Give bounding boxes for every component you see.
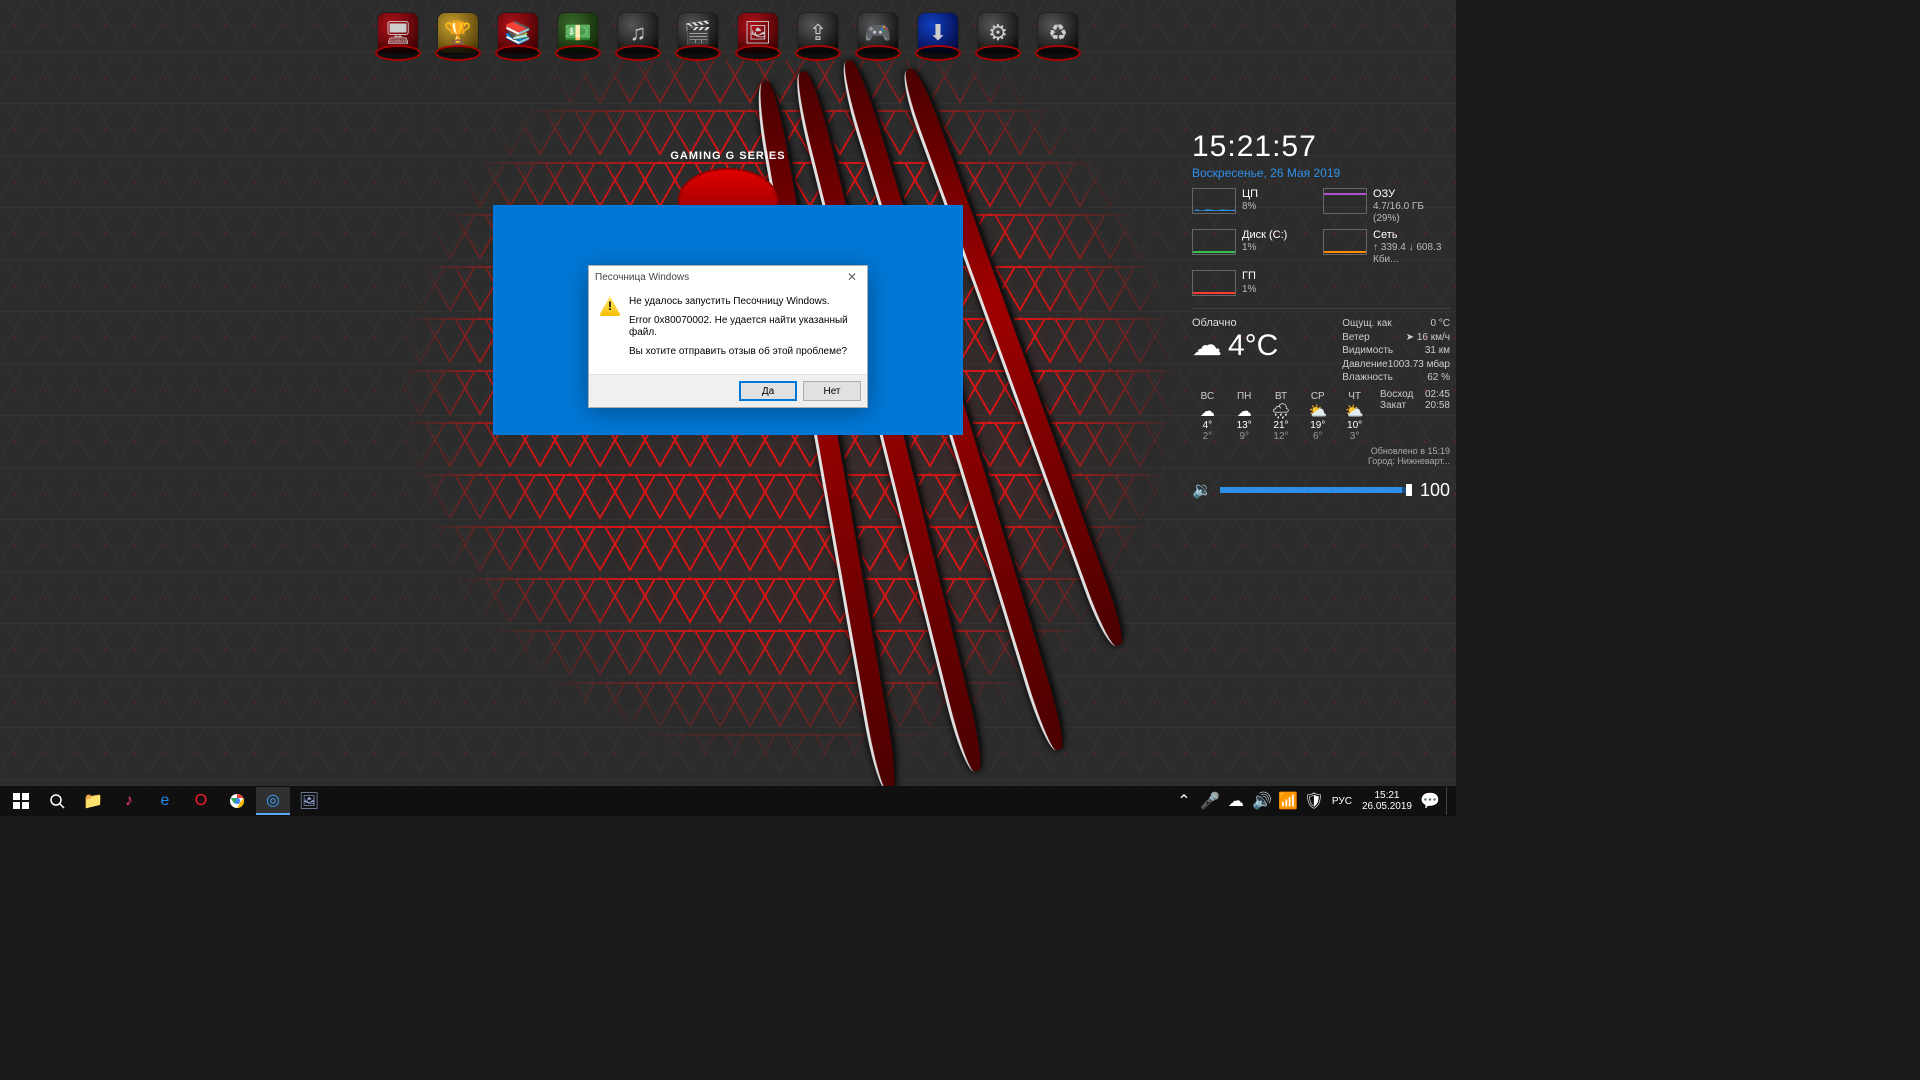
metric-ram: ОЗУ4.7/16.0 ГБ (29%) bbox=[1323, 188, 1450, 225]
volume-value: 100 bbox=[1420, 480, 1450, 501]
weather-city: Город: Нижневарт... bbox=[1192, 456, 1450, 466]
system-metrics: ЦП8% ОЗУ4.7/16.0 ГБ (29%) Диск (C:)1% Се… bbox=[1192, 188, 1450, 296]
dock-money[interactable]: 💵 bbox=[549, 2, 607, 64]
weather-condition: Облачно bbox=[1192, 317, 1278, 329]
dock-trophy[interactable]: 🏆 bbox=[429, 2, 487, 64]
taskbar-edge[interactable]: e bbox=[148, 787, 182, 815]
dock-books[interactable]: 📚 bbox=[489, 2, 547, 64]
dock-share[interactable]: ⇪ bbox=[789, 2, 847, 64]
dock-download[interactable]: ⬇ bbox=[909, 2, 967, 64]
taskbar-opera[interactable]: O bbox=[184, 787, 218, 815]
start-button[interactable] bbox=[4, 787, 38, 815]
taskbar-photos[interactable]: 🖼 bbox=[292, 787, 326, 815]
taskbar-itunes[interactable]: ♪ bbox=[112, 787, 146, 815]
tray-volume-icon[interactable]: 🔊 bbox=[1250, 787, 1274, 815]
cloud-icon: ☁ bbox=[1192, 331, 1222, 361]
error-dialog: Песочница Windows ✕ Не удалось запустить… bbox=[588, 265, 868, 408]
dock-movies[interactable]: 🎬 bbox=[669, 2, 727, 64]
dock-photos[interactable]: 🖼 bbox=[729, 2, 787, 64]
tray-network-icon[interactable]: 📶 bbox=[1276, 787, 1300, 815]
show-desktop-button[interactable] bbox=[1446, 787, 1452, 815]
tray-onedrive-icon[interactable]: ☁ bbox=[1224, 787, 1248, 815]
clock-date: Воскресенье, 26 Мая 2019 bbox=[1192, 166, 1450, 180]
dock-games[interactable]: 🎮 bbox=[849, 2, 907, 64]
taskbar-chrome[interactable] bbox=[220, 787, 254, 815]
desktop-gadgets: 15:21:57 Воскресенье, 26 Мая 2019 ЦП8% О… bbox=[1192, 130, 1450, 501]
tray-clock[interactable]: 15:2126.05.2019 bbox=[1358, 790, 1416, 812]
yes-button[interactable]: Да bbox=[739, 381, 797, 401]
dialog-message: Не удалось запустить Песочницу Windows. … bbox=[629, 296, 855, 364]
metric-network: Сеть↑ 339.4 ↓ 608.3 Кби... bbox=[1323, 229, 1450, 266]
top-dock: 🖥🏆📚💵♫🎬🖼⇪🎮⬇⚙♻ bbox=[369, 0, 1087, 64]
dock-settings[interactable]: ⚙ bbox=[969, 2, 1027, 64]
taskbar: 📁 ♪ e O ◎ 🖼 ⌃ 🎤 ☁ 🔊 📶 🛡 РУС 15:2126.05.2… bbox=[0, 786, 1456, 816]
forecast-day: ЧТ⛅10°3° bbox=[1339, 391, 1370, 442]
dialog-title: Песочница Windows bbox=[595, 272, 689, 283]
dialog-titlebar[interactable]: Песочница Windows ✕ bbox=[589, 266, 867, 288]
badge-text: GAMING G SERIES bbox=[663, 150, 793, 162]
dock-music[interactable]: ♫ bbox=[609, 2, 667, 64]
forecast-day: ВТ🌧21°12° bbox=[1266, 391, 1297, 442]
close-icon[interactable]: ✕ bbox=[843, 270, 861, 284]
tray-defender-icon[interactable]: 🛡 bbox=[1302, 787, 1326, 815]
metric-disk: Диск (C:)1% bbox=[1192, 229, 1319, 266]
warning-icon bbox=[599, 296, 621, 316]
taskbar-explorer[interactable]: 📁 bbox=[76, 787, 110, 815]
weather-temperature: 4°C bbox=[1228, 329, 1278, 363]
volume-widget[interactable]: 🔉 100 bbox=[1192, 480, 1450, 501]
tray-language[interactable]: РУС bbox=[1328, 796, 1356, 807]
forecast-day: ВС☁4°2° bbox=[1192, 391, 1223, 442]
search-button[interactable] bbox=[40, 787, 74, 815]
forecast-day: ПН☁13°9° bbox=[1229, 391, 1260, 442]
metric-gpu: ГП1% bbox=[1192, 270, 1319, 296]
volume-slider[interactable] bbox=[1220, 487, 1412, 493]
no-button[interactable]: Нет bbox=[803, 381, 861, 401]
weather-widget: Облачно ☁ 4°C Ощущ. как0 °C Ветер➤ 16 км… bbox=[1192, 308, 1450, 466]
windows-sandbox-window[interactable]: Песочница Windows ✕ Не удалось запустить… bbox=[493, 205, 963, 435]
dock-monitor[interactable]: 🖥 bbox=[369, 2, 427, 64]
speaker-icon[interactable]: 🔉 bbox=[1192, 480, 1212, 500]
metric-cpu: ЦП8% bbox=[1192, 188, 1319, 225]
dock-recycle[interactable]: ♻ bbox=[1029, 2, 1087, 64]
clock-time: 15:21:57 bbox=[1192, 130, 1450, 164]
tray-chevron-up-icon[interactable]: ⌃ bbox=[1172, 787, 1196, 815]
taskbar-sandbox[interactable]: ◎ bbox=[256, 787, 290, 815]
tray-mic-icon[interactable]: 🎤 bbox=[1198, 787, 1222, 815]
forecast-day: СР⛅19°6° bbox=[1302, 391, 1333, 442]
weather-updated: Обновлено в 15:19 bbox=[1192, 446, 1450, 456]
tray-notifications-icon[interactable]: 💬 bbox=[1418, 787, 1442, 815]
